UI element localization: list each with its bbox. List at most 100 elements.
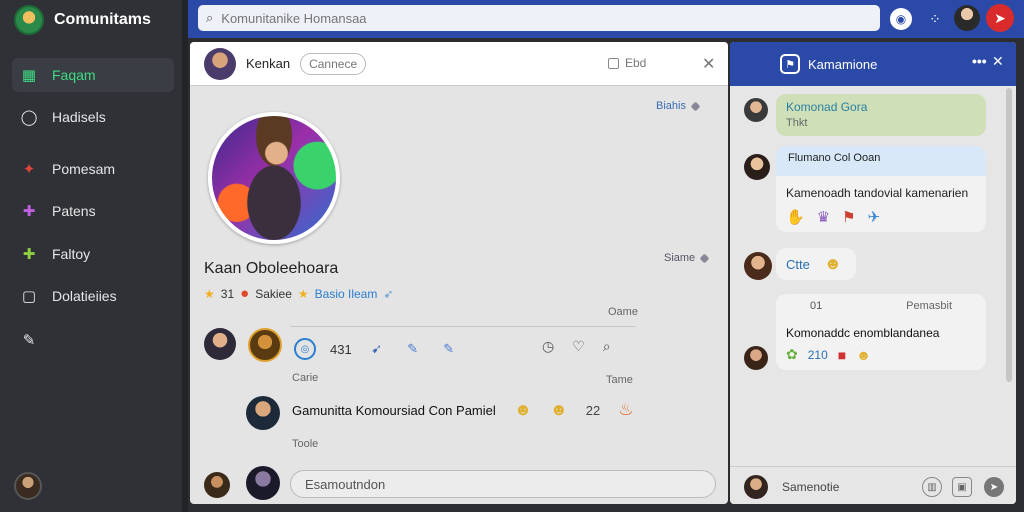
message-meta: 01 Pemasbit	[786, 300, 976, 312]
stat-count: 31	[220, 286, 235, 301]
sword-icon[interactable]: ➹	[366, 338, 388, 360]
fire-icon[interactable]: ♨	[618, 400, 633, 420]
commenter-avatar[interactable]	[248, 328, 282, 362]
chat-message[interactable]: 01 Pemasbit Komonaddc enomblandanea ✿ 21…	[776, 294, 986, 370]
message-title: Komonad Gora	[786, 100, 868, 114]
commenter-avatar[interactable]	[246, 396, 280, 430]
more-options-icon[interactable]: •••	[972, 53, 987, 69]
sidebar-item-hadisels[interactable]: ◯ Hadisels	[12, 100, 174, 134]
chat-header: ⚑ Kamamione ••• ✕	[730, 42, 1016, 86]
commenter-avatar[interactable]	[204, 328, 236, 360]
smile-emoji-icon[interactable]: ☻	[856, 347, 871, 363]
sidebar-item-label: Patens	[52, 203, 96, 219]
close-icon[interactable]: ✕	[992, 53, 1004, 70]
mid-tag[interactable]: Siame	[664, 252, 710, 264]
action-row: ◎ 431 ➹ ✎ ✎	[294, 338, 460, 360]
chat-avatar[interactable]	[744, 252, 772, 280]
sidebar-item-dolatieiies[interactable]: ▢ Dolatieiies	[12, 279, 174, 313]
chat-bubble-icon: ◯	[20, 109, 38, 126]
message-reactions: ✋ ♛ ⚑ ✈	[776, 204, 986, 230]
feather-icon: ➶	[383, 286, 394, 301]
search-icon[interactable]: ⌕	[603, 338, 611, 355]
message-body: Ctte	[786, 256, 810, 272]
close-button[interactable]: ✕	[702, 54, 715, 74]
plane-icon[interactable]: ✈	[868, 208, 881, 226]
app-name: Comunitams	[54, 11, 151, 28]
target-icon[interactable]: ◎	[294, 338, 316, 360]
smile-emoji-icon[interactable]: ☻	[514, 400, 532, 420]
crown-icon[interactable]: ♛	[817, 208, 830, 226]
app-logo-icon	[14, 5, 44, 35]
message-meta-left: 01	[810, 300, 823, 312]
chat-avatar[interactable]	[744, 98, 768, 122]
grid-icon: ▦	[21, 67, 37, 84]
chat-avatar[interactable]	[744, 346, 768, 370]
chat-avatar[interactable]	[744, 475, 768, 499]
image-icon[interactable]: ▣	[952, 477, 972, 497]
message-body: Komonaddc enomblandanea	[786, 326, 940, 340]
potion-icon[interactable]: ✎	[402, 338, 424, 360]
sidebar-item-faltoy[interactable]: ✚ Faltoy	[12, 237, 174, 271]
gift-icon[interactable]: ■	[838, 347, 846, 363]
messages-icon[interactable]: ◉	[890, 8, 912, 30]
community-icon: ⚑	[780, 54, 800, 74]
hand-emoji-icon[interactable]: ✋	[786, 208, 805, 226]
commenter-avatar[interactable]	[246, 466, 280, 500]
chat-input[interactable]: Samenotie	[782, 480, 839, 494]
apps-grid-icon[interactable]: ⁘	[924, 8, 946, 30]
wand-icon[interactable]: ✎	[438, 338, 460, 360]
app-brand[interactable]: Comunitams	[14, 4, 151, 36]
mid-tag-label: Siame	[664, 252, 696, 264]
stat-blue-label[interactable]: Basio Ileam	[315, 287, 378, 301]
sidebar-item-faqam[interactable]: ▦ Faqam	[12, 58, 174, 92]
header-meta[interactable]: Ebd	[608, 56, 646, 70]
heart-icon[interactable]: ♡	[572, 338, 585, 355]
game-controller-icon: ✦	[22, 161, 36, 178]
chat-avatar[interactable]	[744, 154, 770, 180]
chat-message[interactable]: Ctte ☻	[776, 248, 856, 280]
attach-icon[interactable]: ▥	[922, 477, 942, 497]
commenter-avatar[interactable]	[204, 472, 230, 498]
search-input[interactable]	[221, 10, 822, 26]
sidebar-item-patens[interactable]: ✚ Patens	[12, 194, 174, 228]
sidebar-item-label: Faqam	[52, 67, 96, 83]
section-label-oame: Oame	[608, 306, 638, 318]
message-title: Flumano Col Ooan	[776, 146, 986, 176]
comment-input[interactable]: Esamoutndon	[290, 470, 716, 498]
smile-emoji-icon: ☻	[823, 254, 842, 273]
pin-icon: ✎	[22, 332, 36, 349]
top-bar: ⌕ ◉ ⁘ ➤	[188, 0, 1024, 38]
message-reactions: ✿ 210 ■ ☻	[786, 346, 976, 363]
sidebar-item-pomesam[interactable]: ✦ Pomesam	[12, 152, 174, 186]
star-icon: ★	[204, 286, 215, 301]
clover-icon[interactable]: ✿	[786, 346, 798, 363]
profile-avatar[interactable]	[954, 5, 980, 31]
profile-artwork	[208, 112, 340, 244]
smile-emoji-icon[interactable]: ☻	[550, 400, 568, 420]
top-tag[interactable]: Biahis	[656, 100, 701, 112]
message-body: Kamenoadh tandovial kamenarien	[786, 186, 969, 200]
send-icon[interactable]: ➤	[984, 477, 1004, 497]
message-subtitle: Thkt	[786, 117, 808, 129]
comment-reactions: ☻ ☻ 22 ♨	[514, 400, 634, 420]
flag-icon[interactable]: ⚑	[842, 208, 855, 226]
header-avatar[interactable]	[204, 47, 236, 80]
sidebar-item-pin[interactable]: ✎	[12, 323, 174, 357]
chat-message[interactable]: Flumano Col Ooan Kamenoadh tandovial kam…	[776, 146, 986, 232]
action-count: 431	[330, 341, 352, 357]
user-avatar[interactable]	[14, 472, 42, 500]
clock-icon[interactable]: ◷	[542, 338, 554, 355]
profile-name: Kaan Oboleehoara	[204, 260, 339, 277]
header-status-pill[interactable]: Cannece	[300, 52, 367, 75]
sidebar-item-label: Faltoy	[52, 246, 91, 262]
divider	[290, 326, 636, 327]
sidebar-scrollbar[interactable]	[182, 0, 188, 512]
search-bar[interactable]: ⌕	[198, 5, 880, 31]
section-label-carie: Carie	[292, 372, 319, 384]
sidebar-item-label: Pomesam	[52, 161, 116, 177]
brand-badge-icon[interactable]: ➤	[986, 4, 1014, 32]
emoji-icon: ●	[240, 285, 250, 302]
chat-scrollbar[interactable]	[1006, 88, 1012, 382]
chat-message[interactable]: Komonad Gora Thkt	[776, 94, 986, 136]
stat-label: Sakiee	[255, 286, 292, 301]
